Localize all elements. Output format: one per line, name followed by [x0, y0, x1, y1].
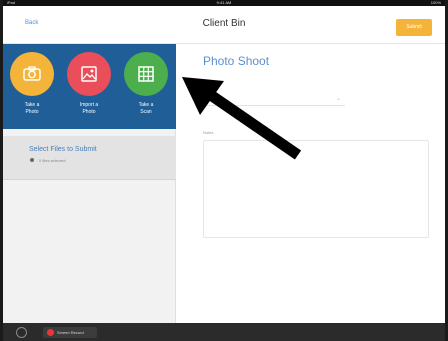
section-title: Photo Shoot [203, 54, 270, 68]
record-label: Screen Record [57, 330, 84, 335]
import-photo-circle[interactable] [67, 52, 111, 96]
camera-icon [23, 66, 41, 81]
submit-button[interactable]: Submit [396, 19, 432, 36]
status-dot-icon [30, 158, 34, 162]
page-title: Client Bin [202, 18, 246, 29]
screen-record-indicator[interactable]: Screen Record [43, 327, 97, 338]
take-photo-label-1: Take a [24, 102, 40, 108]
take-scan-label-2: Scan [140, 109, 152, 115]
bottom-bar: Screen Record [3, 323, 445, 341]
home-button-icon[interactable] [16, 327, 27, 338]
pointer-arrow-icon [182, 77, 302, 160]
import-photo-button[interactable]: Import a Photo [64, 52, 114, 116]
select-files-subtitle: 0 files selected [39, 158, 66, 163]
device-screen: iPad 9:41 AM 100% Back Client Bin Submit… [3, 0, 445, 341]
action-bar: Take a Photo Import a Photo Take a Scan [3, 44, 176, 129]
select-files-row[interactable]: Select Files to Submit 0 files selected [3, 136, 176, 180]
select-files-title: Select Files to Submit [29, 146, 97, 153]
take-scan-button[interactable]: Take a Scan [121, 52, 171, 116]
take-photo-circle[interactable] [10, 52, 54, 96]
take-photo-label-2: Photo [25, 109, 39, 115]
import-photo-label-2: Photo [82, 109, 96, 115]
scan-grid-icon [138, 66, 154, 82]
image-icon [81, 66, 97, 82]
chevron-down-icon: ⌄ [335, 96, 341, 102]
left-panel: Take a Photo Import a Photo Take a Scan … [3, 44, 176, 324]
take-scan-circle[interactable] [124, 52, 168, 96]
record-dot-icon [47, 329, 54, 336]
import-photo-label-1: Import a [79, 102, 99, 108]
take-scan-label-1: Take a [138, 102, 154, 108]
take-photo-button[interactable]: Take a Photo [7, 52, 57, 116]
nav-bar: Back Client Bin Submit [3, 6, 445, 44]
